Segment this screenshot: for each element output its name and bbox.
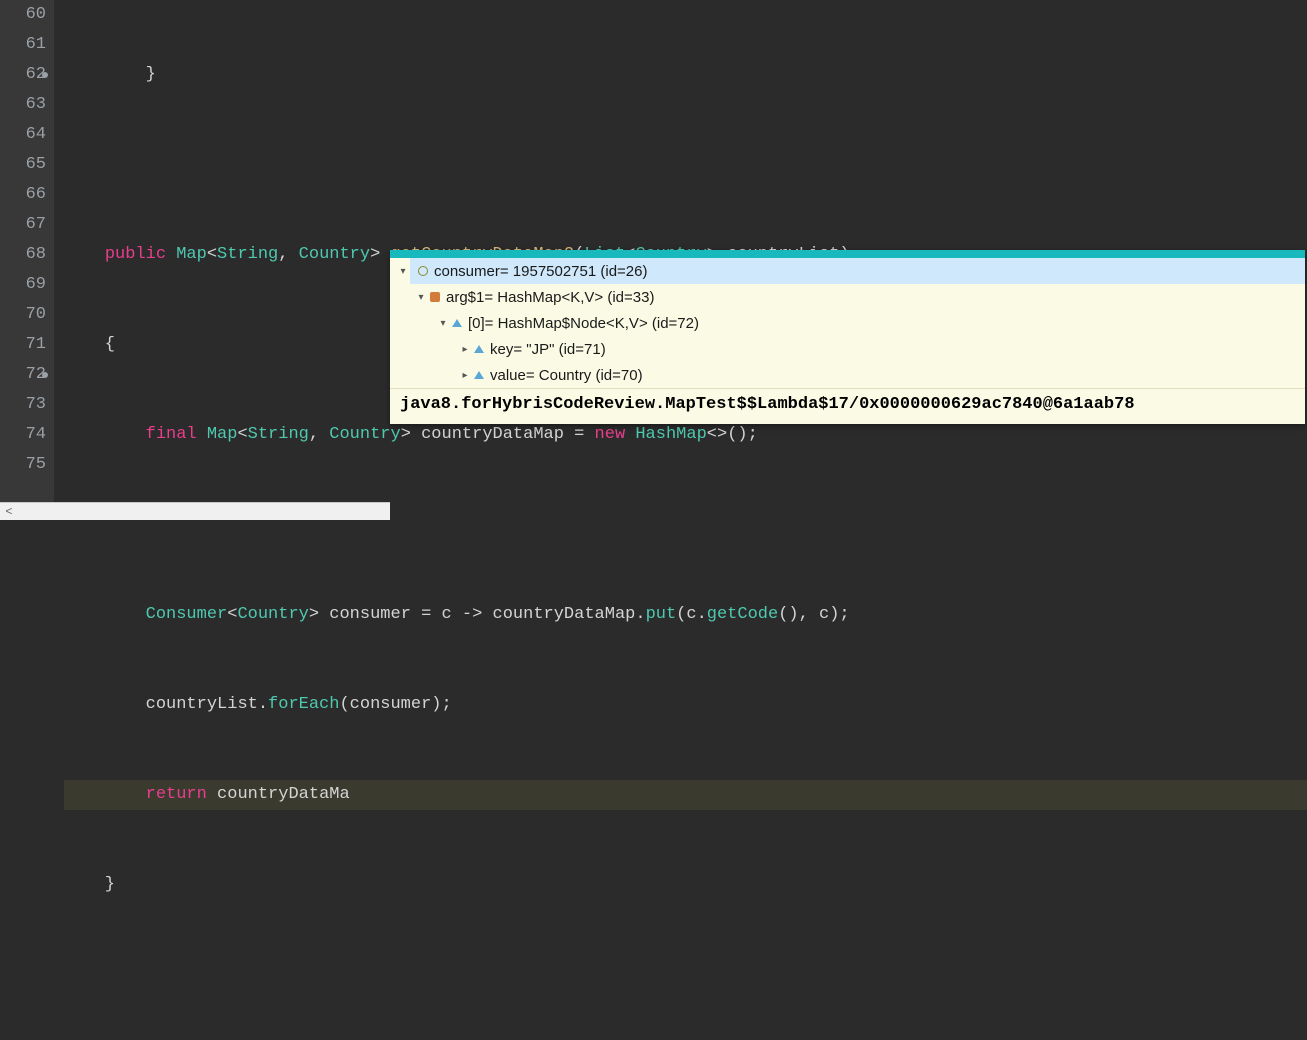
line-number: 63 — [0, 90, 46, 120]
code-line: } — [64, 870, 1307, 900]
debug-tree-row[interactable]: ▾ consumer= 1957502751 (id=26) — [390, 258, 1305, 284]
tree-toggle-expanded[interactable]: ▾ — [436, 318, 450, 329]
line-number: 66 — [0, 180, 46, 210]
code-line: } — [64, 60, 1307, 90]
line-number: 75 — [0, 450, 46, 480]
tree-toggle-collapsed[interactable]: ▸ — [458, 344, 472, 355]
debug-variable-text: [0]= HashMap$Node<K,V> (id=72) — [468, 315, 699, 332]
debug-variable-text: arg$1= HashMap<K,V> (id=33) — [446, 289, 654, 306]
horizontal-scrollbar[interactable]: < — [0, 502, 390, 520]
line-number: 64 — [0, 120, 46, 150]
line-number-gutter: 60 61 62 63 64 65 66 67 68 69 70 71 72 7… — [0, 0, 54, 520]
line-number: 61 — [0, 30, 46, 60]
tree-toggle-expanded[interactable]: ▾ — [396, 266, 410, 277]
line-number: 73 — [0, 390, 46, 420]
object-icon — [416, 264, 430, 278]
debug-variable-text: consumer= 1957502751 (id=26) — [434, 263, 648, 280]
code-line — [64, 150, 1307, 180]
tree-toggle-collapsed[interactable]: ▸ — [458, 370, 472, 381]
line-number: 65 — [0, 150, 46, 180]
debug-tree-row[interactable]: ▾ [0]= HashMap$Node<K,V> (id=72) — [390, 310, 1305, 336]
line-number: 74 — [0, 420, 46, 450]
line-number: 67 — [0, 210, 46, 240]
line-number: 72 — [0, 360, 46, 390]
debug-tree-row[interactable]: ▾ arg$1= HashMap<K,V> (id=33) — [390, 284, 1305, 310]
node-icon — [472, 342, 486, 356]
scrollbar-track[interactable] — [18, 503, 390, 520]
debug-hover-tooltip[interactable]: ▾ consumer= 1957502751 (id=26) ▾ arg$1= … — [390, 250, 1305, 424]
code-line: countryList.forEach(consumer); — [64, 690, 1307, 720]
debug-tree-row[interactable]: ▸ key= "JP" (id=71) — [390, 336, 1305, 362]
code-line: Consumer<Country> consumer = c -> countr… — [64, 600, 1307, 630]
debug-variable-text: key= "JP" (id=71) — [490, 341, 606, 358]
scroll-left-arrow-icon[interactable]: < — [0, 503, 18, 521]
code-line: final Map<String, Country> countryDataMa… — [64, 420, 1307, 450]
line-number: 60 — [0, 0, 46, 30]
field-icon — [428, 290, 442, 304]
debug-variable-text: value= Country (id=70) — [490, 367, 643, 384]
debug-tostring-value: java8.forHybrisCodeReview.MapTest$$Lambd… — [390, 388, 1305, 424]
line-number: 70 — [0, 300, 46, 330]
line-number: 69 — [0, 270, 46, 300]
line-number: 68 — [0, 240, 46, 270]
code-line — [64, 960, 1307, 990]
tree-toggle-expanded[interactable]: ▾ — [414, 292, 428, 303]
line-number: 62 — [0, 60, 46, 90]
node-icon — [450, 316, 464, 330]
code-line-current: return countryDataMa — [64, 780, 1307, 810]
line-number: 71 — [0, 330, 46, 360]
debug-tree-row[interactable]: ▸ value= Country (id=70) — [390, 362, 1305, 388]
node-icon — [472, 368, 486, 382]
